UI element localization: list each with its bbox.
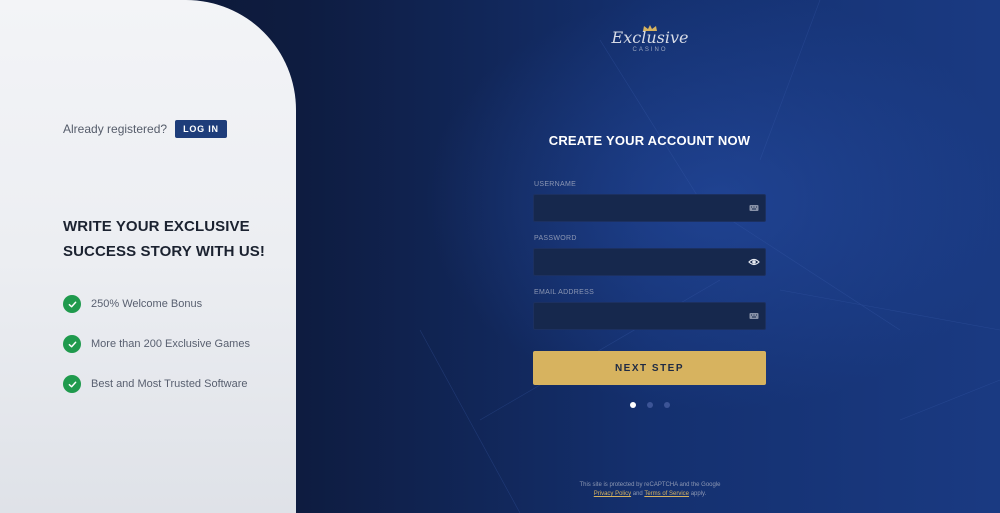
recaptcha-line: This site is protected by reCAPTCHA and … [579,482,721,488]
check-icon [63,335,81,353]
and-text: and [632,491,643,497]
next-step-button[interactable]: NEXT STEP [533,351,766,385]
password-label: PASSWORD [534,235,577,242]
left-panel: Already registered? LOG IN WRITE YOUR EX… [0,0,296,513]
username-label: USERNAME [534,181,577,188]
already-registered-row: Already registered? LOG IN [63,120,227,138]
logo-subtitle: CASINO [632,47,668,53]
logo-wordmark: Exclusive [611,28,689,47]
casino-logo[interactable]: Exclusive CASINO [600,24,700,53]
feature-item: More than 200 Exclusive Games [63,334,250,354]
username-field[interactable] [533,194,766,222]
headline: WRITE YOUR EXCLUSIVE SUCCESS STORY WITH … [63,218,265,260]
terms-of-service-link[interactable]: Terms of Service [644,491,689,497]
privacy-policy-link[interactable]: Privacy Policy [594,491,631,497]
check-icon [63,295,81,313]
feature-text: 250% Welcome Bonus [91,298,203,310]
check-icon [63,375,81,393]
recaptcha-notice: This site is protected by reCAPTCHA and … [550,481,750,499]
username-input[interactable] [534,195,765,221]
email-label: EMAIL ADDRESS [534,289,595,296]
feature-text: More than 200 Exclusive Games [91,338,250,350]
feature-text: Best and Most Trusted Software [91,378,248,390]
already-registered-text: Already registered? [63,122,168,136]
step-dot-3 [664,402,670,408]
apply-text: apply. [690,491,707,497]
keyboard-icon [749,205,759,211]
recaptcha-links-line: Privacy Policy and Terms of Service appl… [550,490,750,499]
feature-list: 250% Welcome Bonus More than 200 Exclusi… [63,294,250,414]
feature-item: 250% Welcome Bonus [63,294,250,314]
eye-icon[interactable] [748,257,760,267]
email-input[interactable] [534,303,765,329]
password-field[interactable] [533,248,766,276]
step-dot-1 [630,402,636,408]
keyboard-icon [749,313,759,319]
step-indicator [630,402,681,408]
feature-item: Best and Most Trusted Software [63,374,250,394]
login-button[interactable]: LOG IN [175,120,227,138]
form-title: CREATE YOUR ACCOUNT NOW [548,133,751,148]
email-field[interactable] [533,302,766,330]
step-dot-2 [647,402,653,408]
password-input[interactable] [534,249,765,275]
